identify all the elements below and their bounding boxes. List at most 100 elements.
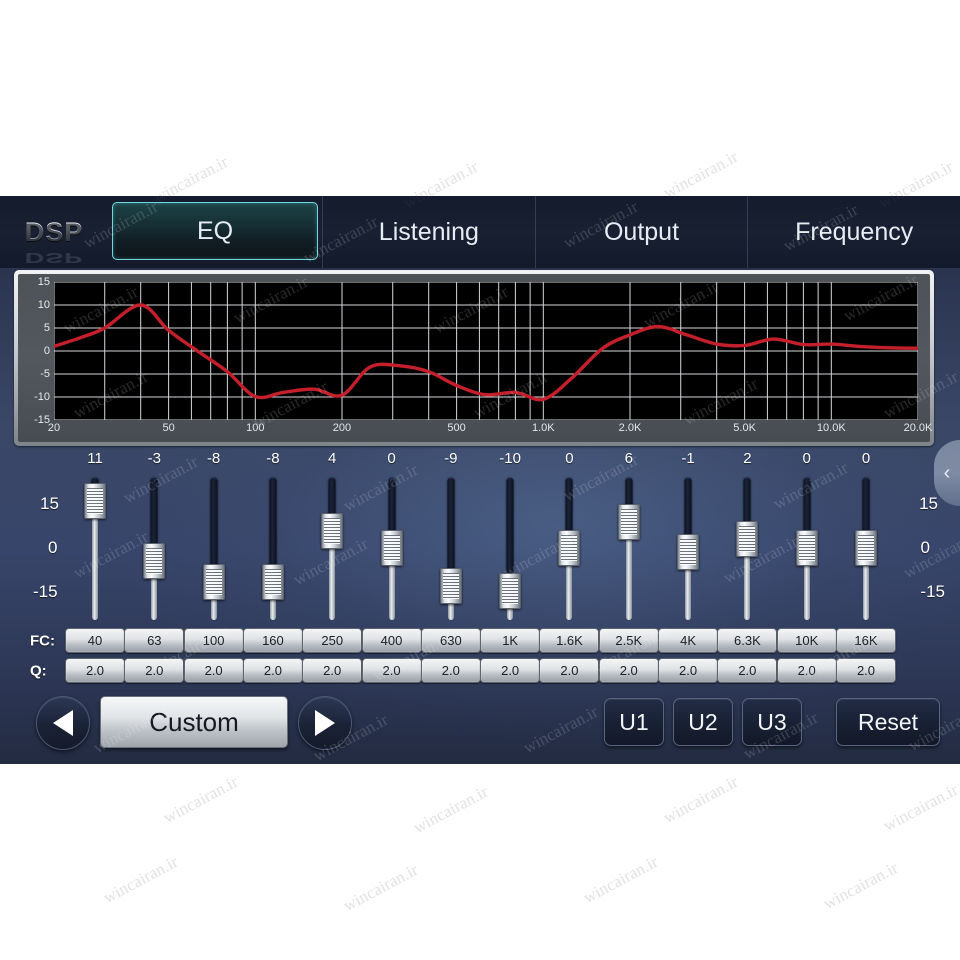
fc-value-chip[interactable]: 4K (658, 628, 719, 653)
q-row-label: Q: (30, 662, 47, 680)
y-axis-tick-label: 10 (37, 299, 50, 311)
band-gain-value: -1 (681, 450, 695, 467)
q-value-chip[interactable]: 2.0 (480, 658, 541, 683)
band-gain-slider[interactable] (853, 472, 879, 624)
user-preset-u2-button[interactable]: U2 (673, 698, 733, 746)
slider-thumb[interactable] (261, 564, 284, 601)
band-gain-value: 11 (87, 450, 103, 467)
slider-thumb[interactable] (499, 572, 522, 609)
tab-output[interactable]: Output (534, 196, 748, 268)
preset-prev-button[interactable] (36, 696, 90, 750)
dsp-logo-text: DSP (24, 216, 84, 247)
band-gain-slider[interactable] (201, 472, 227, 624)
fc-value-chip[interactable]: 1K (480, 628, 541, 653)
scale-label-bottom-right: -15 (920, 582, 945, 601)
band-gain-slider[interactable] (141, 472, 167, 624)
band-gain-value: 2 (743, 450, 752, 467)
q-value-chip[interactable]: 2.0 (302, 658, 363, 683)
user-preset-u3-button[interactable]: U3 (742, 698, 802, 746)
fc-value-chip[interactable]: 6.3K (717, 628, 778, 653)
y-axis-tick-label: 5 (43, 322, 50, 334)
q-value-chip[interactable]: 2.0 (776, 658, 837, 683)
tab-eq[interactable]: EQ (112, 202, 318, 260)
q-value-chip[interactable]: 2.0 (658, 658, 719, 683)
q-value-chip[interactable]: 2.0 (361, 658, 422, 683)
q-value-chip[interactable]: 2.0 (420, 658, 481, 683)
slider-thumb[interactable] (736, 521, 759, 558)
q-value-chip[interactable]: 2.0 (539, 658, 600, 683)
fc-value-chip[interactable]: 63 (124, 628, 185, 653)
x-axis-tick-label: 50 (162, 422, 175, 434)
scale-label-mid-left: 0 (48, 538, 58, 557)
band-gain-slider[interactable] (379, 472, 405, 624)
band-gain-value: -8 (266, 450, 280, 467)
reset-button[interactable]: Reset (836, 698, 940, 746)
fc-value-chip[interactable]: 16K (836, 628, 896, 653)
fc-value-chip[interactable]: 100 (183, 628, 244, 653)
scale-label-bottom-left: -15 (33, 582, 58, 601)
slider-thumb[interactable] (143, 542, 166, 579)
fc-value-chip[interactable]: 40 (65, 628, 125, 653)
band-gain-slider[interactable] (616, 472, 642, 624)
band-gain-value: -8 (206, 450, 221, 467)
x-axis-tick-label: 2.0K (618, 422, 642, 434)
y-axis-tick-label: -10 (34, 391, 50, 403)
band-gain-slider[interactable] (260, 472, 286, 624)
slider-thumb[interactable] (321, 512, 344, 549)
q-value-chip[interactable]: 2.0 (242, 658, 303, 683)
fc-value-chip[interactable]: 400 (361, 628, 422, 653)
band-gain-value: -10 (499, 450, 521, 467)
slider-thumb[interactable] (795, 530, 818, 566)
band-slider-area: 15 0 -15 15 0 -15 (0, 472, 960, 624)
tab-frequency[interactable]: Frequency (747, 196, 960, 268)
slider-thumb[interactable] (439, 568, 462, 605)
slider-thumb[interactable] (855, 530, 877, 566)
q-value-chip[interactable]: 2.0 (65, 658, 125, 683)
user-preset-u1-button[interactable]: U1 (604, 698, 664, 746)
tab-listening[interactable]: Listening (322, 196, 535, 268)
bottom-control-bar: Custom U1 U2 U3 Reset (0, 690, 960, 764)
y-axis-tick-label: 15 (37, 276, 50, 288)
band-gain-slider[interactable] (556, 472, 582, 624)
slider-thumb[interactable] (202, 564, 225, 601)
fc-value-chip[interactable]: 10K (776, 628, 837, 653)
slider-thumb[interactable] (380, 530, 403, 566)
band-gain-slider[interactable] (438, 472, 464, 624)
chevron-left-icon: ‹ (943, 461, 951, 484)
slider-thumb[interactable] (84, 483, 106, 520)
slider-thumb[interactable] (677, 534, 700, 571)
q-value-chip[interactable]: 2.0 (124, 658, 185, 683)
fc-value-chip[interactable]: 2.5K (598, 628, 659, 653)
y-axis-tick-label: 0 (43, 345, 50, 357)
fc-value-chip[interactable]: 250 (302, 628, 363, 653)
fc-value-chip[interactable]: 630 (420, 628, 481, 653)
band-gain-slider[interactable] (497, 472, 523, 624)
x-axis-tick-label: 5.0K (733, 422, 756, 434)
band-gain-slider[interactable] (794, 472, 820, 624)
preset-name-button[interactable]: Custom (100, 696, 288, 748)
q-value-chip[interactable]: 2.0 (836, 658, 896, 683)
watermark-text: wincairan.ir (660, 772, 742, 828)
slider-thumb[interactable] (617, 504, 640, 541)
band-gain-slider[interactable] (734, 472, 760, 624)
q-value-chip[interactable]: 2.0 (717, 658, 778, 683)
q-value-chip[interactable]: 2.0 (598, 658, 659, 683)
preset-next-button[interactable] (298, 696, 352, 750)
q-value-chip[interactable]: 2.0 (183, 658, 244, 683)
eq-response-plot[interactable]: 15 10 5 0 -5 -10 -15 20 50 100 200 500 1.0K 2.0K 5.0K 1… (34, 276, 932, 434)
dsp-logo-reflection: DSP (24, 249, 84, 267)
screenshot-root: DSP DSP EQ Listening Output Frequency 15… (0, 0, 960, 960)
band-gain-value: 4 (328, 450, 337, 467)
user-preset-u1-label: U1 (619, 708, 649, 735)
dsp-app-panel: DSP DSP EQ Listening Output Frequency 15… (0, 196, 960, 764)
band-gain-slider[interactable] (675, 472, 701, 624)
band-gain-value: 0 (861, 450, 871, 467)
band-gain-slider[interactable] (319, 472, 345, 624)
x-axis-tick-label: 20.0K (903, 422, 933, 434)
band-gain-slider[interactable] (82, 472, 108, 624)
x-axis-tick-label: 200 (332, 422, 352, 434)
triangle-right-icon (315, 710, 335, 736)
fc-value-chip[interactable]: 1.6K (539, 628, 600, 653)
slider-thumb[interactable] (558, 530, 581, 566)
fc-value-chip[interactable]: 160 (242, 628, 303, 653)
